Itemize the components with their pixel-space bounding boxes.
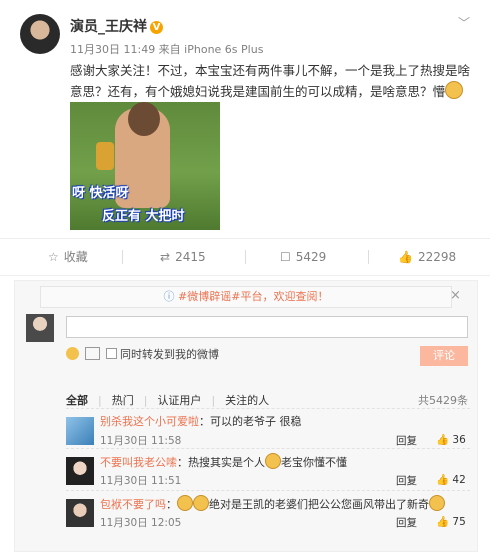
comment-text: ：可以的老爷子 很稳 [199,415,302,428]
divider [122,250,123,264]
comment-time: 11月30日 12:05 [100,517,182,529]
author-name[interactable]: 演员_王庆祥 [70,19,147,35]
author-avatar[interactable] [20,14,60,54]
comment-like-count: 42 [452,474,466,486]
repost-count: 2415 [175,250,206,264]
confused-emoji-icon [445,81,464,99]
divider: | [211,394,216,407]
commenter-avatar[interactable] [66,417,94,445]
weibo-post-card: 演员_王庆祥 V 11月30日 11:49 来自 iPhone 6s Plus ﹀… [0,0,490,552]
comment-icon: ☐ [280,250,291,264]
comment-text-line: 不要叫我老公嗦：热搜其实是个人 老宝你懂不懂 [100,453,468,470]
comment-input[interactable] [66,316,468,338]
grin-emoji-icon [429,495,445,511]
commenter-name[interactable]: 不要叫我老公嗦 [100,456,177,469]
comment-item: 别杀我这个小可爱啦：可以的老爷子 很稳 11月30日 11:58 回复 👍 36 [66,408,470,449]
comment-time: 11月30日 11:58 [100,435,182,447]
commenter-avatar[interactable] [66,499,94,527]
filter-all[interactable]: 全部 [66,394,88,407]
divider: | [143,394,148,407]
commenter-avatar[interactable] [66,457,94,485]
author-line: 演员_王庆祥 V [70,16,163,36]
comment-like-count: 36 [452,434,466,446]
current-user-avatar [26,314,54,342]
comment-like-button[interactable]: 👍 42 [436,473,466,486]
gif-caption-1: 呀 快活呀 [72,186,129,201]
post-gif-image[interactable]: 呀 快活呀 反正有 大把时 [70,102,220,230]
emoji-icon[interactable] [66,347,79,360]
star-icon: ☆ [48,250,59,264]
doge-emoji-icon [265,453,281,469]
favorite-button[interactable]: ☆ 收藏 [48,239,88,275]
repost-icon: ⇄ [160,250,171,264]
thumbs-up-icon: 👍 [436,474,450,486]
divider: | [98,394,102,407]
comment-item: 包袱不要了吗： 绝对是王凯的老婆们把公公您画风带出了新奇 11月30日 12:05… [66,490,470,531]
thumbs-up-icon: 👍 [398,250,413,264]
commenter-name[interactable]: 包袱不要了吗 [100,498,166,511]
comment-text-2: 绝对是王凯的老婆们把公公您画风带出了新奇 [209,498,429,511]
comment-filters: 全部 | 热门 | 认证用户 | 关注的人 共5429条 [66,392,468,408]
comment-button[interactable]: ☐ 5429 [280,239,326,275]
filter-hot[interactable]: 热门 [112,394,134,407]
comment-text: ：热搜其实是个人 [177,456,265,469]
comment-like-count: 75 [452,516,466,528]
repost-button[interactable]: ⇄ 2415 [160,239,206,275]
info-icon: ⓘ [163,290,175,303]
comment-submit-button[interactable]: 评论 [420,346,468,366]
doge-emoji-icon [177,495,193,511]
favorite-label: 收藏 [63,250,88,264]
chevron-down-icon[interactable]: ﹀ [458,14,470,31]
filter-verified[interactable]: 认证用户 [157,394,201,407]
comment-like-button[interactable]: 👍 75 [436,515,466,528]
composer-tools: 同时转发到我的微博 [66,346,219,364]
close-icon[interactable]: × [450,286,461,306]
gif-head [128,102,160,136]
filter-following[interactable]: 关注的人 [225,394,269,407]
comment-total: 共5429条 [418,394,468,407]
like-button[interactable]: 👍 22298 [398,239,456,275]
reply-button[interactable]: 回复 [396,515,417,530]
comment-time: 11月30日 11:51 [100,475,182,487]
comment-item: 不要叫我老公嗦：热搜其实是个人 老宝你懂不懂 11月30日 11:51 回复 👍 … [66,448,470,489]
image-icon[interactable] [85,347,100,360]
like-count: 22298 [417,250,457,264]
divider [245,250,246,264]
gif-caption-2: 反正有 大把时 [102,209,185,224]
doge-emoji-icon [193,495,209,511]
repost-checkbox-label: 同时转发到我的微博 [120,348,219,361]
notice-text[interactable]: #微博辟谣#平台，欢迎查阅！ [178,290,328,303]
comment-text-line: 别杀我这个小可爱啦：可以的老爷子 很稳 [100,413,468,429]
thumbs-up-icon: 👍 [436,516,450,528]
action-bar: ☆ 收藏 ⇄ 2415 ☐ 5429 👍 22298 [0,238,490,276]
comment-like-button[interactable]: 👍 36 [436,433,466,446]
post-text: 感谢大家关注！不过，本宝宝还有两件事儿不解，一个是我上了热搜是啥意思？还有，有个… [70,63,471,99]
comment-text-line: 包袱不要了吗： 绝对是王凯的老婆们把公公您画风带出了新奇 [100,495,468,512]
post-meta: 11月30日 11:49 来自 iPhone 6s Plus [70,43,264,56]
comment-text-2: 老宝你懂不懂 [281,456,347,469]
reply-button[interactable]: 回复 [396,473,417,488]
reply-button[interactable]: 回复 [396,433,417,448]
post-text-block: 感谢大家关注！不过，本宝宝还有两件事儿不解，一个是我上了热搜是啥意思？还有，有个… [70,60,475,102]
rumor-notice[interactable]: ⓘ #微博辟谣#平台，欢迎查阅！ [40,286,452,308]
comment-text: ： [166,498,177,511]
commenter-name[interactable]: 别杀我这个小可爱啦 [100,415,199,428]
verified-icon: V [150,21,163,34]
divider [368,250,369,264]
comment-count: 5429 [295,250,327,264]
gif-trophy [96,142,114,170]
thumbs-up-icon: 👍 [436,434,450,446]
repost-checkbox[interactable] [106,348,117,359]
